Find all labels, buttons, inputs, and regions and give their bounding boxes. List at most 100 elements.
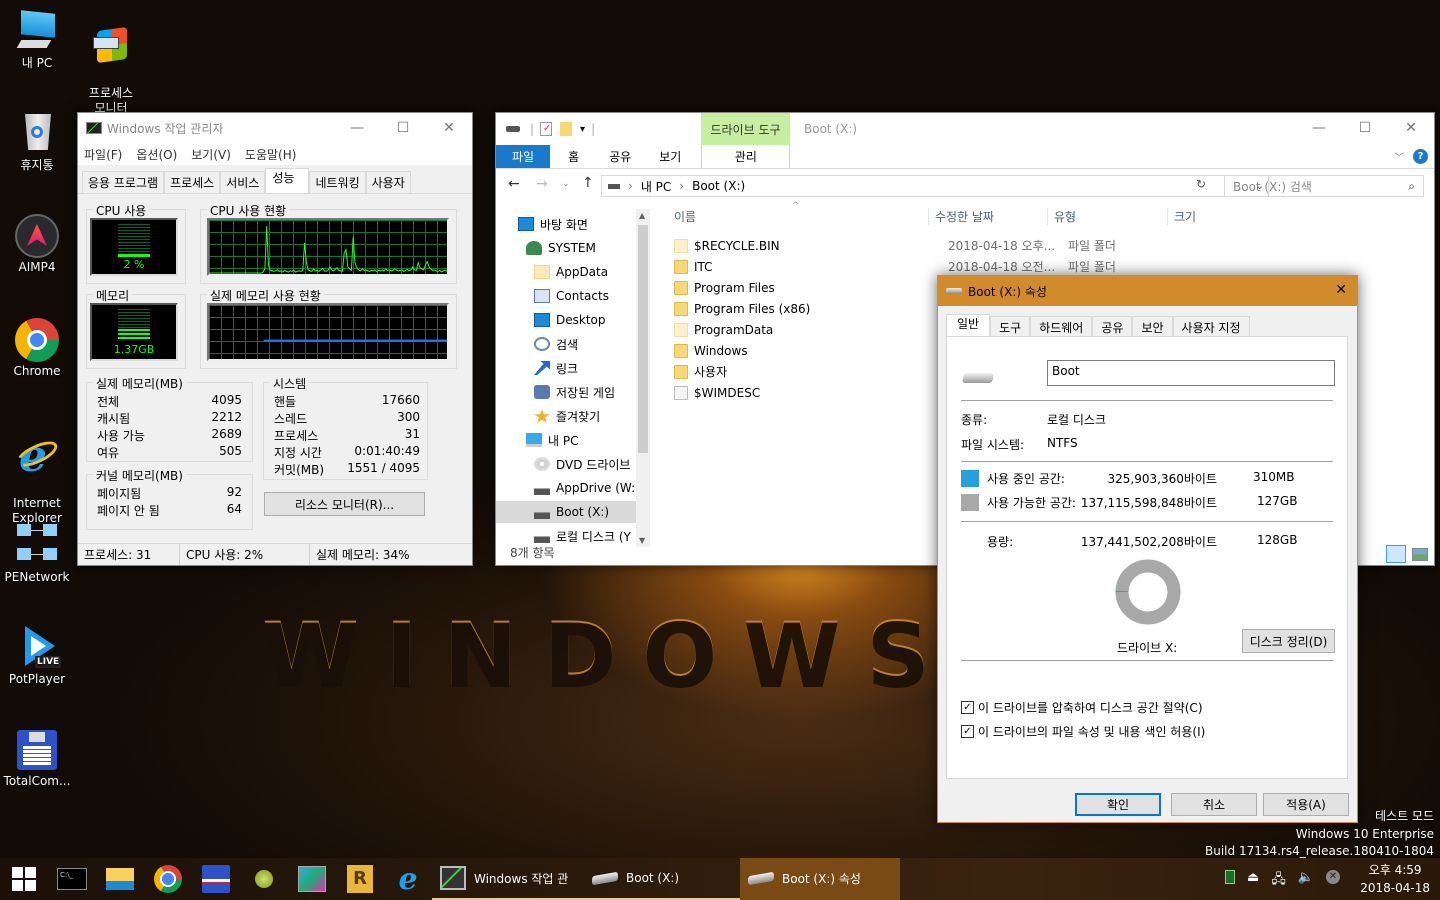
taskbar-ie[interactable]: e — [384, 858, 432, 900]
desktop-icon-potplayer[interactable]: LIVE PotPlayer — [0, 626, 74, 687]
cancel-button[interactable]: 취소 — [1171, 793, 1257, 816]
tab-sharing[interactable]: 공유 — [1092, 316, 1133, 338]
taskbar-r-app[interactable]: R — [336, 858, 384, 900]
maximize-button[interactable]: ☐ — [380, 113, 426, 143]
taskbar-file-explorer[interactable] — [96, 858, 144, 900]
address-bar[interactable]: › 내 PC › Boot (X:) ⌄ — [601, 175, 1269, 197]
tab-general[interactable]: 일반 — [946, 314, 991, 338]
nav-item[interactable]: Desktop — [534, 309, 606, 331]
tab-services[interactable]: 서비스 — [220, 171, 266, 193]
desktop-icon-recycle-bin[interactable]: 휴지통 — [0, 112, 74, 173]
taskbar-task[interactable]: Boot (X:) — [584, 858, 740, 900]
volume-icon[interactable]: 🔈 — [1298, 870, 1314, 892]
customize-toolbar-dropdown[interactable]: ▾ — [580, 124, 585, 135]
dialog-titlebar[interactable]: Boot (X:) 속성 ✕ — [938, 276, 1357, 306]
nav-item[interactable]: AppDrive (W:) — [534, 477, 636, 499]
desktop-icon-this-pc[interactable]: 내 PC — [0, 10, 74, 71]
tab-users[interactable]: 사용자 — [365, 171, 411, 193]
tab-processes[interactable]: 프로세스 — [164, 171, 221, 193]
tab-tools[interactable]: 도구 — [990, 316, 1031, 338]
tab-file[interactable]: 파일 — [496, 145, 551, 168]
desktop-icon-chrome[interactable]: Chrome — [0, 318, 74, 379]
disk-cleanup-button[interactable]: 디스크 정리(D) — [1242, 629, 1335, 653]
nav-item[interactable]: Boot (X:) — [496, 501, 636, 523]
tab-performance[interactable]: 성능 — [265, 168, 310, 193]
start-button[interactable] — [0, 858, 48, 900]
desktop-icon-ie[interactable]: e Internet Explorer — [0, 420, 74, 526]
nav-item[interactable]: 검색 — [534, 333, 578, 355]
desktop-icon-process-monitor[interactable]: 프로세스 모니터 — [74, 10, 148, 116]
column-name[interactable]: 이름 — [674, 208, 696, 225]
apply-button[interactable]: 적용(A) — [1263, 793, 1349, 816]
nav-item[interactable]: 바탕 화면 — [518, 213, 588, 235]
desktop-icon-penetwork[interactable]: PENetwork — [0, 524, 74, 585]
breadcrumb-this-pc[interactable]: 내 PC — [641, 178, 671, 195]
index-checkbox[interactable]: ✓ 이 드라이브의 파일 속성 및 내용 색인 허용(I) — [961, 723, 1205, 740]
back-button[interactable]: ← — [508, 176, 520, 192]
tab-security[interactable]: 보안 — [1132, 316, 1173, 338]
column-size[interactable]: 크기 — [1167, 208, 1196, 225]
minimize-button[interactable]: — — [334, 113, 380, 143]
menu-options[interactable]: 옵션(O) — [136, 146, 177, 163]
recent-locations-button[interactable]: ⌄ — [562, 179, 570, 189]
tab-hardware[interactable]: 하드웨어 — [1030, 316, 1093, 338]
nav-scrollbar[interactable]: ▲ ▼ — [636, 209, 650, 547]
tab-networking[interactable]: 네트워킹 — [309, 171, 366, 193]
breadcrumb-boot[interactable]: Boot (X:) — [692, 179, 745, 193]
nav-item[interactable]: DVD 드라이브 — [534, 453, 630, 475]
nav-item[interactable]: AppData — [534, 261, 608, 283]
help-icon[interactable]: ? — [1413, 149, 1428, 164]
usb-icon[interactable]: ⏏ — [1247, 870, 1259, 892]
forward-button[interactable]: → — [536, 176, 548, 192]
tab-manage[interactable]: 관리 — [701, 145, 791, 168]
menu-help[interactable]: 도움말(H) — [245, 146, 297, 163]
menu-file[interactable]: 파일(F) — [84, 146, 122, 163]
nav-item[interactable]: SYSTEM — [526, 237, 596, 259]
expand-ribbon-icon[interactable]: ﹀ — [1394, 149, 1404, 164]
error-icon[interactable]: ✕ — [1326, 870, 1340, 884]
properties-icon[interactable]: ✓ — [540, 122, 553, 136]
ok-button[interactable]: 확인 — [1075, 793, 1161, 816]
column-type[interactable]: 유형 — [1047, 208, 1076, 225]
resource-monitor-button[interactable]: 리소스 모니터(R)... — [264, 492, 425, 516]
taskbar-cmd[interactable]: C:\_ — [48, 858, 96, 900]
column-date[interactable]: 수정한 날짜 — [928, 208, 994, 225]
close-button[interactable]: ✕ — [1388, 113, 1434, 143]
taskbar-task[interactable]: Boot (X:) 속성 — [740, 858, 900, 900]
search-input[interactable]: Boot (X:) 검색 ⌕ — [1224, 175, 1424, 197]
compress-checkbox[interactable]: ✓ 이 드라이브를 압축하여 디스크 공간 절약(C) — [961, 699, 1203, 716]
new-folder-icon[interactable] — [560, 122, 573, 136]
minimize-button[interactable]: — — [1296, 113, 1342, 143]
file-row[interactable]: $RECYCLE.BIN 2018-04-18 오후... 파일 폴더 — [674, 235, 1134, 256]
large-icons-view-button[interactable] — [1412, 548, 1428, 561]
close-button[interactable]: ✕ — [1335, 282, 1347, 298]
close-button[interactable]: ✕ — [426, 113, 472, 143]
menu-view[interactable]: 보기(V) — [191, 146, 231, 163]
desktop-icon-aimp[interactable]: AIMP4 — [0, 214, 74, 275]
nav-item[interactable]: 내 PC — [526, 429, 578, 451]
clock[interactable]: 오후 4:59 2018-04-18 — [1360, 861, 1430, 897]
nav-item[interactable]: 즐겨찾기 — [534, 405, 600, 427]
tab-view[interactable]: 보기 — [643, 145, 701, 168]
refresh-button[interactable]: ↻ — [1196, 177, 1206, 191]
volume-name-input[interactable]: Boot — [1047, 360, 1335, 386]
details-view-button[interactable] — [1386, 545, 1406, 563]
network-tray-icon[interactable]: 🖧 — [1271, 870, 1286, 892]
taskbar-totalcommander[interactable] — [192, 858, 240, 900]
taskbar-task[interactable]: Windows 작업 관 — [432, 858, 584, 900]
maximize-button[interactable]: ☐ — [1342, 113, 1388, 143]
taskbar-olive-app[interactable] — [240, 858, 288, 900]
tab-home[interactable]: 홈 — [550, 145, 597, 168]
up-button[interactable]: ↑ — [582, 175, 594, 191]
taskbar-paint-app[interactable] — [288, 858, 336, 900]
tab-share[interactable]: 공유 — [597, 145, 643, 168]
tab-applications[interactable]: 응용 프로그램 — [82, 171, 165, 193]
nav-item[interactable]: 저장된 게임 — [534, 381, 615, 403]
desktop-icon-totalcommander[interactable]: TotalCom... — [0, 728, 74, 789]
taskbar-chrome[interactable] — [144, 858, 192, 900]
nav-item[interactable]: Contacts — [534, 285, 609, 307]
tab-customize[interactable]: 사용자 지정 — [1172, 316, 1250, 338]
nav-item[interactable]: 링크 — [534, 357, 578, 379]
file-row[interactable]: ITC 2018-04-18 오전... 파일 폴더 — [674, 256, 1134, 277]
tray-app-icon[interactable] — [1225, 870, 1236, 884]
